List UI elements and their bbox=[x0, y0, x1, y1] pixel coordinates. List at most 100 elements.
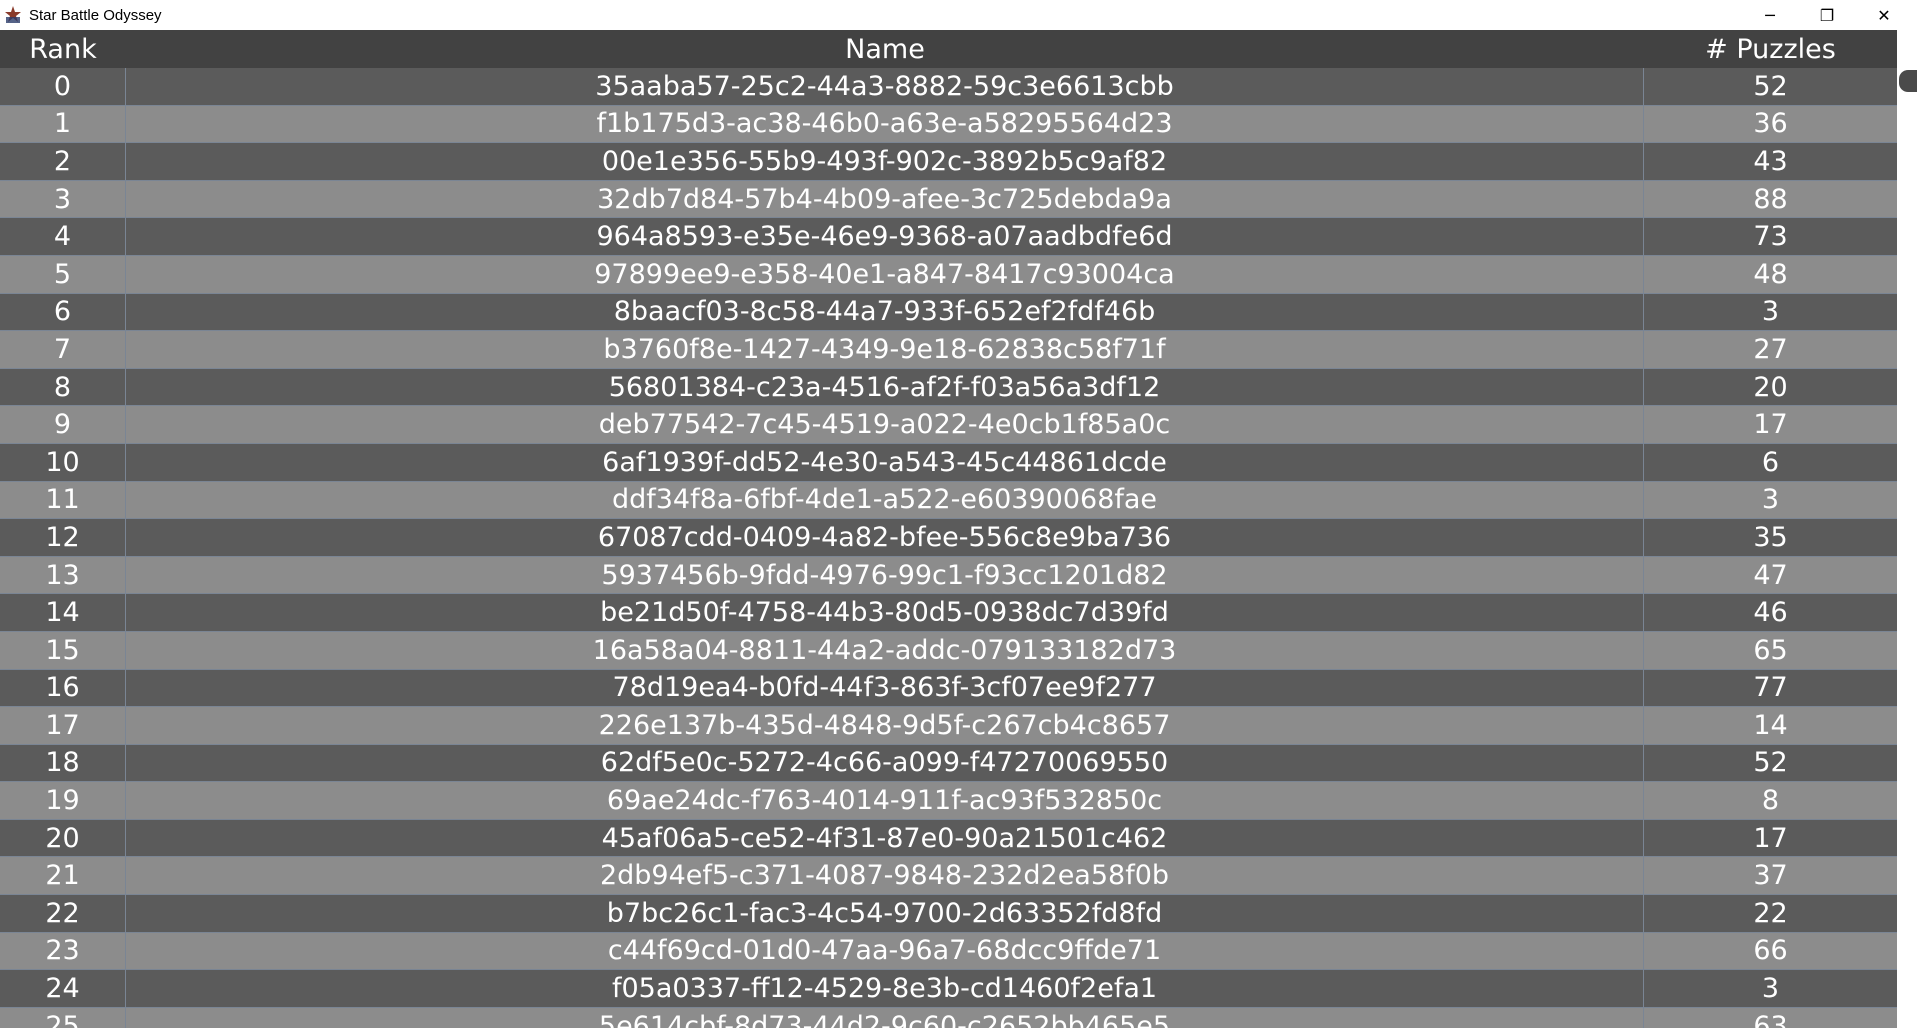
cell-puzzles: 73 bbox=[1753, 221, 1788, 253]
table-row[interactable]: 7 b3760f8e-1427-4349-9e18-62838c58f71f 27 bbox=[0, 331, 1897, 369]
close-button[interactable]: ✕ bbox=[1856, 0, 1912, 30]
cell-name: deb77542-7c45-4519-a022-4e0cb1f85a0c bbox=[126, 406, 1644, 443]
cell-puzzles: 20 bbox=[1753, 371, 1788, 403]
table-row[interactable]: 17 226e137b-435d-4848-9d5f-c267cb4c8657 14 bbox=[0, 707, 1897, 745]
cell-name: 35aaba57-25c2-44a3-8882-59c3e6613cbb bbox=[126, 68, 1644, 105]
cell-name: 78d19ea4-b0fd-44f3-863f-3cf07ee9f277 bbox=[126, 669, 1644, 707]
cell-rank: 0 bbox=[0, 68, 126, 105]
table-row[interactable]: 25 5e614cbf-8d73-44d2-9c60-c2652bb465e5 63 bbox=[0, 1007, 1897, 1028]
cell-rank: 10 bbox=[0, 443, 126, 481]
cell-name: 16a58a04-8811-44a2-addc-079133182d73 bbox=[126, 631, 1644, 669]
table-row[interactable]: 22 b7bc26c1-fac3-4c54-9700-2d63352fd8fd 22 bbox=[0, 895, 1897, 933]
cell-rank: 24 bbox=[0, 970, 126, 1007]
table-row[interactable]: 20 45af06a5-ce52-4f31-87e0-90a21501c462 17 bbox=[0, 819, 1897, 858]
table-row[interactable]: 21 2db94ef5-c371-4087-9848-232d2ea58f0b 37 bbox=[0, 857, 1897, 896]
cell-rank: 22 bbox=[0, 895, 126, 932]
cell-puzzles: 47 bbox=[1753, 559, 1788, 591]
table-row[interactable]: 6 8baacf03-8c58-44a7-933f-652ef2fdf46b 3 bbox=[0, 293, 1897, 332]
cell-puzzles: 48 bbox=[1753, 258, 1788, 290]
leaderboard-table: Rank Name # Puzzles 0 35aaba57-25c2-44a3-… bbox=[0, 30, 1897, 1028]
cell-puzzles: 27 bbox=[1753, 333, 1788, 365]
cell-puzzles: 37 bbox=[1753, 860, 1788, 892]
cell-rank: 16 bbox=[0, 669, 126, 707]
maximize-button[interactable]: ❐ bbox=[1799, 0, 1855, 30]
table-row[interactable]: 5 97899ee9-e358-40e1-a847-8417c93004ca 48 bbox=[0, 255, 1897, 294]
cell-puzzles: 14 bbox=[1753, 709, 1788, 741]
scrollbar-thumb[interactable] bbox=[1899, 70, 1917, 92]
table-row[interactable]: 16 78d19ea4-b0fd-44f3-863f-3cf07ee9f277 77 bbox=[0, 669, 1897, 708]
column-header-puzzles[interactable]: # Puzzles bbox=[1644, 30, 1897, 68]
cell-puzzles: 35 bbox=[1753, 521, 1788, 553]
restore-icon: ❐ bbox=[1819, 5, 1835, 25]
table-row[interactable]: 11 ddf34f8a-6fbf-4de1-a522-e60390068fae 3 bbox=[0, 481, 1897, 520]
cell-puzzles: 52 bbox=[1753, 747, 1788, 779]
cell-rank: 19 bbox=[0, 782, 126, 819]
cell-name: 964a8593-e35e-46e9-9368-a07aadbdfe6d bbox=[126, 218, 1644, 255]
cell-puzzles: 63 bbox=[1753, 1010, 1788, 1028]
cell-name: 56801384-c23a-4516-af2f-f03a56a3df12 bbox=[126, 368, 1644, 406]
app-window: Star Battle Odyssey ─ ❐ ✕ Rank Name # Pu… bbox=[0, 0, 1917, 1028]
cell-name: 2db94ef5-c371-4087-9848-232d2ea58f0b bbox=[126, 857, 1644, 895]
cell-puzzles: 43 bbox=[1753, 145, 1788, 177]
cell-name: b3760f8e-1427-4349-9e18-62838c58f71f bbox=[126, 331, 1644, 368]
cell-rank: 17 bbox=[0, 707, 126, 744]
cell-name: 45af06a5-ce52-4f31-87e0-90a21501c462 bbox=[126, 819, 1644, 857]
table-row[interactable]: 0 35aaba57-25c2-44a3-8882-59c3e6613cbb 52 bbox=[0, 68, 1897, 106]
table-row[interactable]: 14 be21d50f-4758-44b3-80d5-0938dc7d39fd 46 bbox=[0, 594, 1897, 632]
cell-rank: 8 bbox=[0, 368, 126, 406]
cell-puzzles: 8 bbox=[1761, 785, 1780, 817]
table-body: 0 35aaba57-25c2-44a3-8882-59c3e6613cbb 52 1… bbox=[0, 68, 1897, 1028]
cell-rank: 6 bbox=[0, 293, 126, 331]
cell-rank: 3 bbox=[0, 180, 126, 218]
table-row[interactable]: 1 f1b175d3-ac38-46b0-a63e-a58295564d23 36 bbox=[0, 105, 1897, 144]
cell-puzzles: 88 bbox=[1753, 183, 1788, 215]
cell-puzzles: 17 bbox=[1753, 409, 1788, 441]
table-row[interactable]: 8 56801384-c23a-4516-af2f-f03a56a3df12 20 bbox=[0, 368, 1897, 407]
cell-puzzles: 3 bbox=[1761, 296, 1780, 328]
table-row[interactable]: 10 6af1939f-dd52-4e30-a543-45c44861dcde 6 bbox=[0, 443, 1897, 482]
cell-puzzles: 65 bbox=[1753, 634, 1788, 666]
cell-rank: 4 bbox=[0, 218, 126, 255]
table-row[interactable]: 2 00e1e356-55b9-493f-902c-3892b5c9af82 43 bbox=[0, 143, 1897, 181]
cell-rank: 2 bbox=[0, 143, 126, 180]
cell-rank: 9 bbox=[0, 406, 126, 443]
cell-name: 5937456b-9fdd-4976-99c1-f93cc1201d82 bbox=[126, 556, 1644, 594]
cell-puzzles: 46 bbox=[1753, 597, 1788, 629]
table-row[interactable]: 19 69ae24dc-f763-4014-911f-ac93f532850c 8 bbox=[0, 782, 1897, 820]
cell-name: be21d50f-4758-44b3-80d5-0938dc7d39fd bbox=[126, 594, 1644, 631]
table-row[interactable]: 18 62df5e0c-5272-4c66-a099-f47270069550 52 bbox=[0, 744, 1897, 783]
cell-puzzles: 36 bbox=[1753, 108, 1788, 140]
table-row[interactable]: 13 5937456b-9fdd-4976-99c1-f93cc1201d82 47 bbox=[0, 556, 1897, 595]
minimize-button[interactable]: ─ bbox=[1742, 0, 1798, 30]
column-header-name[interactable]: Name bbox=[126, 30, 1644, 68]
cell-name: 00e1e356-55b9-493f-902c-3892b5c9af82 bbox=[126, 143, 1644, 180]
table-row[interactable]: 12 67087cdd-0409-4a82-bfee-556c8e9ba736 35 bbox=[0, 519, 1897, 557]
cell-name: b7bc26c1-fac3-4c54-9700-2d63352fd8fd bbox=[126, 895, 1644, 932]
cell-name: 226e137b-435d-4848-9d5f-c267cb4c8657 bbox=[126, 707, 1644, 744]
cell-puzzles: 3 bbox=[1761, 484, 1780, 516]
cell-rank: 11 bbox=[0, 481, 126, 519]
cell-puzzles: 3 bbox=[1761, 973, 1780, 1005]
app-icon bbox=[3, 5, 23, 25]
cell-name: 62df5e0c-5272-4c66-a099-f47270069550 bbox=[126, 744, 1644, 782]
minimize-icon: ─ bbox=[1765, 5, 1775, 25]
cell-rank: 14 bbox=[0, 594, 126, 631]
table-row[interactable]: 24 f05a0337-ff12-4529-8e3b-cd1460f2efa1 3 bbox=[0, 970, 1897, 1008]
title-bar[interactable]: Star Battle Odyssey ─ ❐ ✕ bbox=[0, 0, 1917, 30]
cell-rank: 5 bbox=[0, 255, 126, 293]
window-title: Star Battle Odyssey bbox=[29, 6, 162, 24]
cell-rank: 12 bbox=[0, 519, 126, 556]
table-row[interactable]: 4 964a8593-e35e-46e9-9368-a07aadbdfe6d 73 bbox=[0, 218, 1897, 256]
cell-name: 67087cdd-0409-4a82-bfee-556c8e9ba736 bbox=[126, 519, 1644, 556]
cell-name: 69ae24dc-f763-4014-911f-ac93f532850c bbox=[126, 782, 1644, 819]
cell-puzzles: 66 bbox=[1753, 935, 1788, 967]
cell-puzzles: 6 bbox=[1761, 446, 1780, 478]
vertical-scrollbar[interactable] bbox=[1897, 30, 1917, 1028]
column-header-rank[interactable]: Rank bbox=[0, 30, 126, 68]
table-row[interactable]: 23 c44f69cd-01d0-47aa-96a7-68dcc9ffde71 66 bbox=[0, 932, 1897, 971]
table-row[interactable]: 3 32db7d84-57b4-4b09-afee-3c725debda9a 88 bbox=[0, 180, 1897, 219]
table-row[interactable]: 9 deb77542-7c45-4519-a022-4e0cb1f85a0c 17 bbox=[0, 406, 1897, 444]
table-row[interactable]: 15 16a58a04-8811-44a2-addc-079133182d73 65 bbox=[0, 631, 1897, 670]
cell-name: 8baacf03-8c58-44a7-933f-652ef2fdf46b bbox=[126, 293, 1644, 331]
cell-name: 6af1939f-dd52-4e30-a543-45c44861dcde bbox=[126, 443, 1644, 481]
